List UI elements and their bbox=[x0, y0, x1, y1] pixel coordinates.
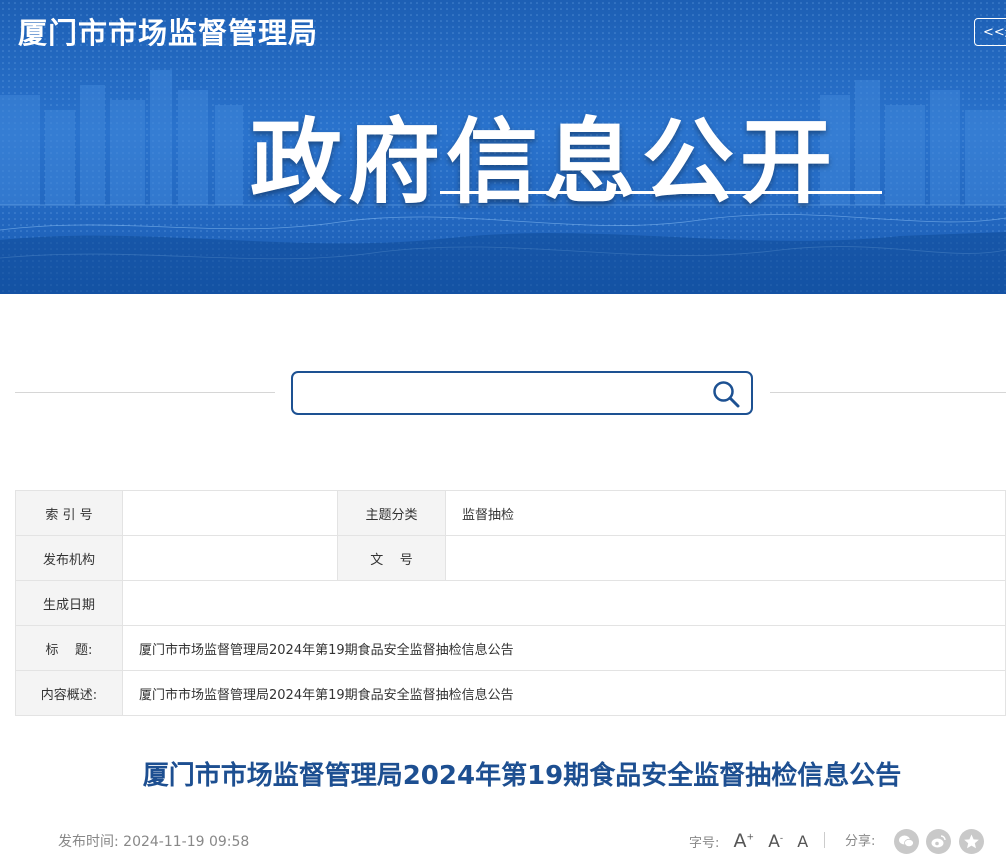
index-label: 索 引 号 bbox=[15, 490, 123, 536]
favorite-share-button[interactable] bbox=[959, 829, 984, 854]
font-size-small-button[interactable]: A bbox=[797, 832, 808, 851]
publish-time: 2024-11-19 09:58 bbox=[123, 834, 250, 850]
docno-label: 文 号 bbox=[337, 535, 446, 581]
search-button[interactable] bbox=[711, 379, 741, 409]
weibo-icon bbox=[931, 835, 946, 848]
meta-row: 内容概述: 厦门市市场监督管理局2024年第19期食品安全监督抽检信息公告 bbox=[15, 670, 1006, 716]
font-size-controls: 字号: A+ A- A bbox=[689, 830, 808, 852]
date-label: 生成日期 bbox=[15, 580, 123, 626]
date-value bbox=[122, 580, 1006, 626]
font-large-glyph: A bbox=[733, 830, 747, 852]
title-label: 标 题: bbox=[15, 625, 123, 671]
search-icon bbox=[713, 381, 740, 408]
publish-label: 发布时间: bbox=[58, 834, 119, 850]
publisher-label: 发布机构 bbox=[15, 535, 123, 581]
banner-underline bbox=[440, 191, 882, 194]
font-medium-glyph: A bbox=[768, 832, 780, 852]
search-box bbox=[291, 371, 753, 415]
meta-row: 标 题: 厦门市市场监督管理局2024年第19期食品安全监督抽检信息公告 bbox=[15, 625, 1006, 671]
favorite-icon bbox=[964, 834, 979, 849]
summary-label: 内容概述: bbox=[15, 670, 123, 716]
font-size-medium-button[interactable]: A- bbox=[768, 832, 783, 852]
publisher-value bbox=[122, 535, 338, 581]
document-meta-table: 索 引 号 主题分类 监督抽检 发布机构 文 号 生成日期 标 题: 厦门市市场… bbox=[15, 490, 1006, 716]
share-label: 分享: bbox=[845, 834, 876, 849]
site-name[interactable]: 厦门市市场监督管理局 bbox=[18, 10, 318, 52]
topic-value: 监督抽检 bbox=[445, 490, 1006, 536]
divider-left bbox=[15, 392, 275, 393]
weibo-share-button[interactable] bbox=[926, 829, 951, 854]
back-button[interactable]: <<返回 bbox=[974, 18, 1006, 46]
font-size-label: 字号: bbox=[689, 836, 720, 851]
index-value bbox=[122, 490, 338, 536]
search-input[interactable] bbox=[303, 379, 707, 409]
topic-label: 主题分类 bbox=[337, 490, 446, 536]
title-value: 厦门市市场监督管理局2024年第19期食品安全监督抽检信息公告 bbox=[122, 625, 1006, 671]
font-size-large-button[interactable]: A+ bbox=[734, 830, 755, 852]
wechat-share-button[interactable] bbox=[894, 829, 919, 854]
wechat-icon bbox=[899, 835, 914, 848]
summary-value: 厦门市市场监督管理局2024年第19期食品安全监督抽检信息公告 bbox=[122, 670, 1006, 716]
header-banner: 厦门市市场监督管理局 <<返回 政府信息公开 bbox=[0, 0, 1006, 294]
publish-time-line: 发布时间: 2024-11-19 09:58 bbox=[58, 831, 249, 851]
meta-row: 生成日期 bbox=[15, 580, 1006, 626]
docno-value bbox=[445, 535, 1006, 581]
meta-row: 发布机构 文 号 bbox=[15, 535, 1006, 581]
divider-vertical bbox=[824, 832, 825, 848]
divider-right bbox=[770, 392, 1006, 393]
article-title: 厦门市市场监督管理局2024年第19期食品安全监督抽检信息公告 bbox=[142, 761, 902, 791]
meta-row: 索 引 号 主题分类 监督抽检 bbox=[15, 490, 1006, 536]
banner-title: 政府信息公开 bbox=[250, 109, 839, 216]
